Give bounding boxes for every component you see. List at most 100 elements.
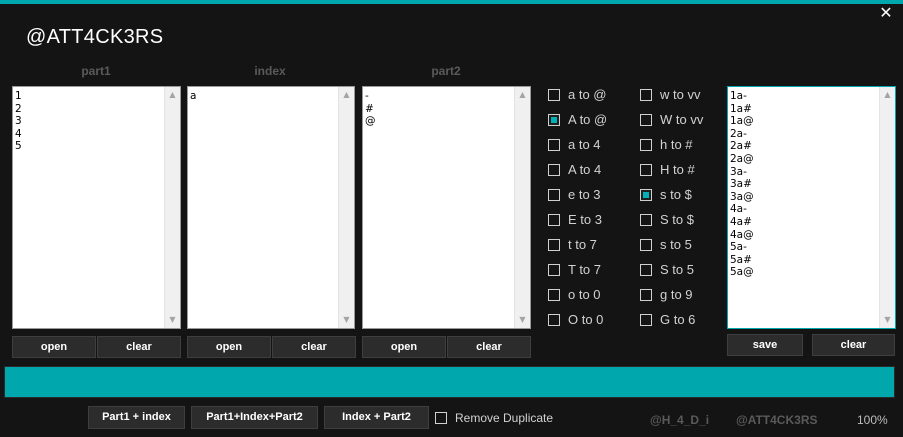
list-item[interactable]: 1 [15,90,162,103]
list-item[interactable]: 3a- [730,166,877,179]
app-title: @ATT4CK3RS [26,26,164,48]
checkbox-box[interactable] [548,214,560,226]
list-item[interactable]: 1a@ [730,115,877,128]
substitution-label: S to 5 [660,262,694,277]
scroll-down-icon[interactable]: ▼ [880,313,895,327]
part1-open-button[interactable]: open [12,336,96,358]
list-item[interactable]: 4 [15,128,162,141]
substitution-label: T to 7 [568,262,602,277]
checkbox-box[interactable] [640,264,652,276]
substitution-label: o to 0 [568,287,601,302]
scroll-down-icon[interactable]: ▼ [165,313,180,327]
checkbox-box[interactable] [640,189,652,201]
part2-items: - # @ [365,90,512,128]
substitution-label: A to 4 [568,162,602,177]
close-icon[interactable]: ✕ [878,6,894,22]
part1-items: 12345 [15,90,162,153]
list-item[interactable]: 5a- [730,241,877,254]
credit-handle-2: @ATT4CK3RS [736,413,818,427]
list-item[interactable]: 4a# [730,216,877,229]
list-item[interactable]: 4a- [730,203,877,216]
checkbox-box[interactable] [435,412,447,424]
part2-clear-button[interactable]: clear [447,336,531,358]
checkbox-box[interactable] [640,139,652,151]
scroll-down-icon[interactable]: ▼ [515,313,530,327]
substitution-label: s to 5 [660,237,692,252]
index-header: index [254,64,286,78]
part1-header: part1 [81,64,111,78]
substitution-label: a to @ [568,87,607,102]
list-item[interactable]: 2a- [730,128,877,141]
progress-fill [5,367,894,397]
list-item[interactable]: 4a@ [730,229,877,242]
part1-list[interactable]: 12345 ▲ ▼ [12,86,181,329]
checkbox-box[interactable] [640,89,652,101]
list-item[interactable]: a [190,90,336,103]
substitution-label: w to vv [660,87,701,102]
index-items: a [190,90,336,103]
checkbox-box[interactable] [548,114,560,126]
checkbox-box[interactable] [640,114,652,126]
checkbox-box[interactable] [640,164,652,176]
output-clear-button[interactable]: clear [812,334,895,356]
scroll-up-icon[interactable]: ▲ [165,88,180,102]
save-button[interactable]: save [727,334,803,356]
substitution-label: A to @ [568,112,608,127]
substitution-label: G to 6 [660,312,696,327]
output-items: 1a- 1a# 1a@ 2a- 2a# 2a@ 3a- 3a# 3a@ 4a- 4a# 4a@ 5a- 5… [730,90,877,279]
substitution-label: E to 3 [568,212,602,227]
progress-percent: 100% [857,413,888,427]
index-clear-button[interactable]: clear [272,336,356,358]
part2-header: part2 [431,64,461,78]
list-item[interactable]: 3 [15,115,162,128]
part1-index-part2-button[interactable]: Part1+Index+Part2 [191,406,318,429]
checkbox-box[interactable] [640,289,652,301]
checkbox-box[interactable] [548,189,560,201]
list-item[interactable]: @ [365,115,512,128]
checkbox-box[interactable] [640,214,652,226]
index-part2-button[interactable]: Index + Part2 [324,406,429,429]
part2-open-button[interactable]: open [362,336,446,358]
part1-index-button[interactable]: Part1 + index [88,406,185,429]
list-item[interactable]: 3a@ [730,191,877,204]
scroll-down-icon[interactable]: ▼ [339,313,354,327]
scroll-up-icon[interactable]: ▲ [339,88,354,102]
part2-scrollbar[interactable]: ▲ ▼ [514,87,530,328]
list-item[interactable]: 2 [15,103,162,116]
list-item[interactable]: 5a@ [730,266,877,279]
progress-bar [4,366,895,398]
part2-list[interactable]: - # @ ▲ ▼ [362,86,531,329]
part1-clear-button[interactable]: clear [97,336,181,358]
substitution-label: e to 3 [568,187,601,202]
checkbox-box[interactable] [548,264,560,276]
substitution-label: H to # [660,162,695,177]
output-list[interactable]: 1a- 1a# 1a@ 2a- 2a# 2a@ 3a- 3a# 3a@ 4a- 4a# 4a@ 5a- 5… [727,86,896,329]
checkbox-box[interactable] [640,239,652,251]
scroll-up-icon[interactable]: ▲ [515,88,530,102]
checkbox-box[interactable] [548,164,560,176]
checkbox-box[interactable] [548,239,560,251]
checkbox-box[interactable] [548,289,560,301]
checkbox-box[interactable] [548,139,560,151]
list-item[interactable]: 2a# [730,140,877,153]
index-scrollbar[interactable]: ▲ ▼ [338,87,354,328]
list-item[interactable]: 3a# [730,178,877,191]
substitution-label: S to $ [660,212,694,227]
list-item[interactable]: # [365,103,512,116]
list-item[interactable]: 5 [15,140,162,153]
list-item[interactable]: 1a# [730,103,877,116]
output-scrollbar[interactable]: ▲ ▼ [879,87,895,328]
list-item[interactable]: 2a@ [730,153,877,166]
scroll-up-icon[interactable]: ▲ [880,88,895,102]
checkbox-box[interactable] [640,314,652,326]
list-item[interactable]: - [365,90,512,103]
credit-handle-1: @H_4_D_i [650,413,710,427]
index-list[interactable]: a ▲ ▼ [187,86,355,329]
index-open-button[interactable]: open [187,336,271,358]
part1-scrollbar[interactable]: ▲ ▼ [164,87,180,328]
checkbox-box[interactable] [548,89,560,101]
remove-duplicate-label: Remove Duplicate [455,411,554,425]
checkbox-box[interactable] [548,314,560,326]
list-item[interactable]: 5a# [730,254,877,267]
list-item[interactable]: 1a- [730,90,877,103]
